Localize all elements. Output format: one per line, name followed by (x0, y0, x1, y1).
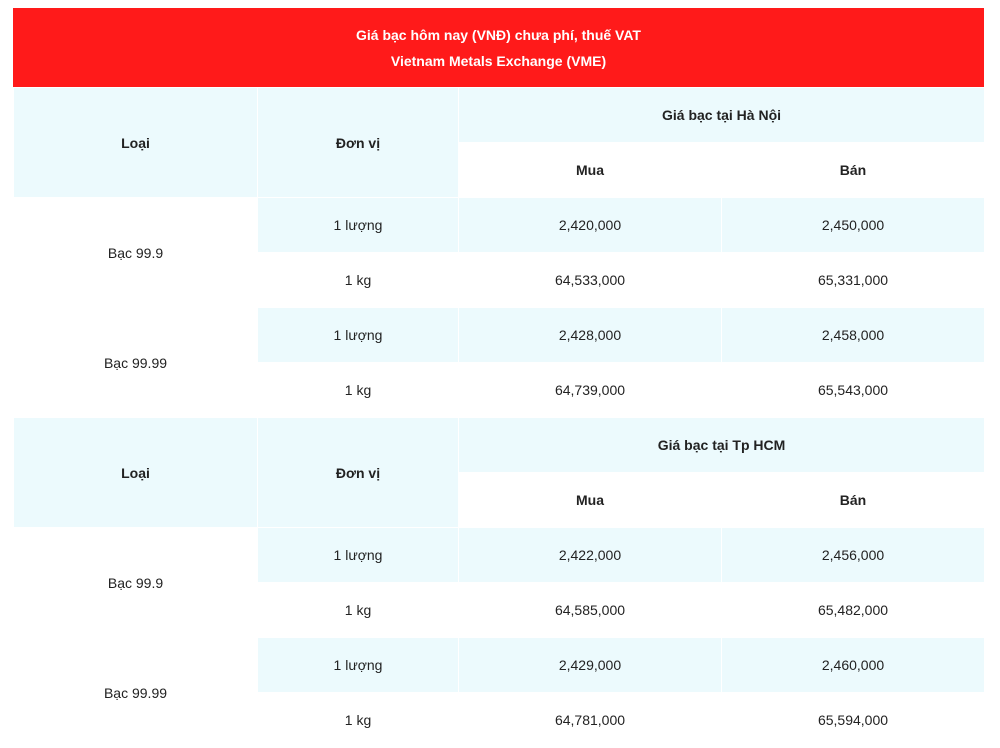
sell-price-cell: 65,543,000 (720, 362, 986, 418)
silver-type: Bạc 99.99 (13, 637, 258, 748)
table-row: Bạc 99.9 1 lượng 2,422,000 2,456,000 (13, 527, 986, 638)
unit-cell: 1 lượng (257, 197, 459, 253)
table-row: Bạc 99.99 1 lượng 2,429,000 2,460,000 (13, 637, 986, 748)
sell-price-cell: 2,456,000 (720, 527, 986, 583)
unit-cell: 1 lượng (257, 527, 459, 583)
unit-cell: 1 lượng (257, 307, 459, 363)
buy-price-cell: 64,781,000 (458, 692, 722, 748)
silver-type: Bạc 99.9 (13, 197, 258, 308)
title-line-1: Giá bạc hôm nay (VNĐ) chưa phí, thuế VAT (356, 26, 641, 43)
buy-price-cell: 64,739,000 (458, 362, 722, 418)
buy-price-cell: 2,429,000 (458, 637, 722, 693)
buy-price-cell: 64,533,000 (458, 252, 722, 308)
buy-price-cell: 2,420,000 (458, 197, 722, 253)
sell-price-cell: 2,450,000 (720, 197, 986, 253)
buy-price-cell: 2,422,000 (458, 527, 722, 583)
silver-price-table: Loại Đơn vị Giá bạc tại Hà Nội Mua Bán B… (13, 87, 986, 748)
header-ban: Bán (720, 142, 986, 198)
unit-cell: 1 lượng (257, 637, 459, 693)
price-table-container: Giá bạc hôm nay (VNĐ) chưa phí, thuế VAT… (13, 8, 986, 748)
silver-type: Bạc 99.99 (13, 307, 258, 418)
header-mua: Mua (458, 142, 722, 198)
sell-price-cell: 65,331,000 (720, 252, 986, 308)
buy-price-cell: 64,585,000 (458, 582, 722, 638)
header-ban: Bán (720, 472, 986, 528)
header-location: Giá bạc tại Tp HCM (457, 417, 986, 473)
header-mua: Mua (458, 472, 722, 528)
header-loai: Loại (13, 417, 258, 528)
unit-cell: 1 kg (257, 692, 459, 748)
header-don-vi: Đơn vị (257, 87, 459, 198)
buy-price-cell: 2,428,000 (458, 307, 722, 363)
unit-cell: 1 kg (257, 362, 459, 418)
table-row: Bạc 99.99 1 lượng 2,428,000 2,458,000 (13, 307, 986, 418)
title-line-2: Vietnam Metals Exchange (VME) (390, 52, 607, 69)
sell-price-cell: 2,460,000 (720, 637, 986, 693)
header-don-vi: Đơn vị (257, 417, 459, 528)
table-title-banner: Giá bạc hôm nay (VNĐ) chưa phí, thuế VAT… (13, 8, 984, 87)
unit-cell: 1 kg (257, 582, 459, 638)
table-row: Bạc 99.9 1 lượng 2,420,000 2,450,000 (13, 197, 986, 308)
sell-price-cell: 65,594,000 (720, 692, 986, 748)
header-location: Giá bạc tại Hà Nội (457, 87, 986, 143)
silver-type: Bạc 99.9 (13, 527, 258, 638)
unit-cell: 1 kg (257, 252, 459, 308)
header-loai: Loại (13, 87, 258, 198)
sell-price-cell: 65,482,000 (720, 582, 986, 638)
sell-price-cell: 2,458,000 (720, 307, 986, 363)
